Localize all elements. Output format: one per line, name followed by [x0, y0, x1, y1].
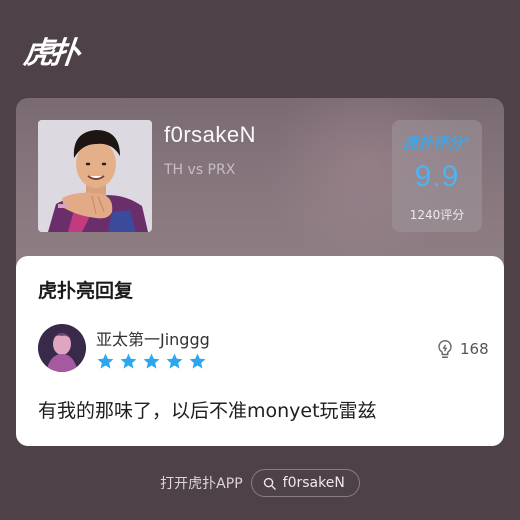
player-photo [38, 120, 152, 232]
search-pill[interactable]: f0rsakeN [250, 469, 360, 497]
like-count: 168 [460, 340, 489, 358]
star-rating [96, 352, 207, 371]
reply-card: 虎扑亮回复 亚太第一Jinggg 168 有我的那味了，以后不准monyet玩雷… [16, 256, 504, 446]
reply-comment: 有我的那味了，以后不准monyet玩雷兹 [38, 400, 377, 422]
search-icon [263, 477, 276, 490]
rating-brand-label: 虎扑评分 [402, 134, 463, 152]
star-icon [143, 353, 160, 369]
rating-box[interactable]: 虎扑评分® 9.9 1240评分 [392, 120, 482, 232]
reply-user-name[interactable]: 亚太第一Jinggg [96, 326, 210, 350]
rating-brand: 虎扑评分® [392, 132, 482, 153]
player-name: f0rsakeN [164, 122, 257, 147]
avatar[interactable] [38, 324, 86, 372]
avatar-illustration [38, 324, 86, 372]
star-icon [189, 353, 206, 369]
star-icon [120, 353, 137, 369]
hupu-logo: 虎扑 [21, 36, 78, 71]
star-icon [166, 353, 183, 369]
player-photo-illustration [38, 120, 152, 232]
registered-mark-icon: ® [463, 135, 471, 144]
reply-section-title: 虎扑亮回复 [38, 280, 134, 302]
footer-bar: 打开虎扑APP f0rsakeN [0, 468, 520, 498]
like-button[interactable]: 168 [434, 338, 489, 360]
match-label: TH vs PRX [164, 162, 236, 178]
rating-value: 9.9 [414, 160, 460, 193]
rating-count: 1240评分 [409, 208, 465, 222]
star-icon [97, 353, 114, 369]
open-app-link[interactable]: 打开虎扑APP [160, 473, 242, 493]
lightbulb-icon [438, 340, 452, 358]
search-pill-text: f0rsakeN [282, 475, 345, 491]
